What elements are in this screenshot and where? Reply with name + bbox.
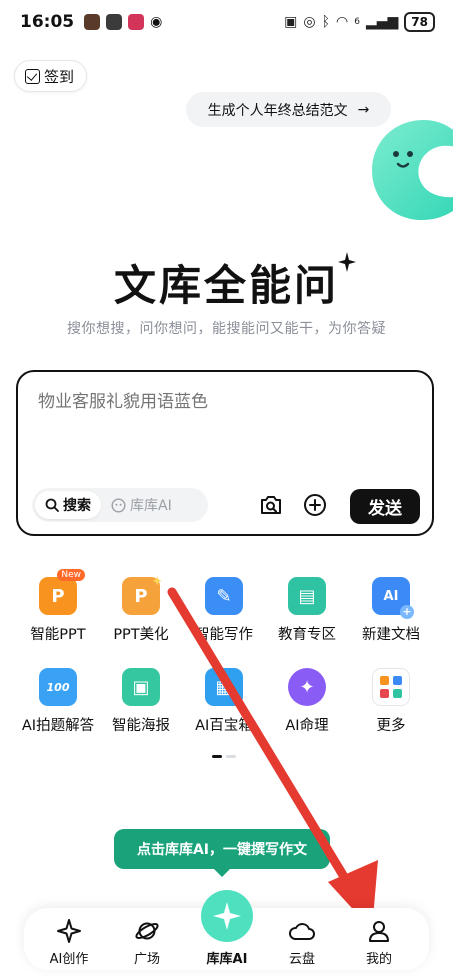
tool-new-doc[interactable]: AI + 新建文档 — [348, 577, 434, 644]
nav-mine[interactable]: 我的 — [344, 918, 414, 967]
robot-face-icon — [111, 497, 126, 513]
wifi-icon: ◠ — [336, 14, 349, 30]
mode-toggle: 搜索 库库AI — [32, 488, 208, 522]
poster-icon: ▣ — [122, 668, 160, 706]
query-input[interactable] — [38, 392, 408, 412]
hero-title: 文库全能问 — [113, 261, 339, 310]
checkin-label: 签到 — [44, 67, 75, 86]
kuku-ai-tooltip: 点击库库AI，一键撰写作文 — [114, 829, 330, 877]
nav-cloud-drive[interactable]: 云盘 — [267, 918, 337, 967]
alarm-icon: ◎ — [303, 14, 316, 30]
tool-label: AI百宝箱 — [195, 718, 253, 734]
camera-search-icon — [261, 496, 281, 514]
tool-label: AI拍题解答 — [21, 718, 95, 734]
notification-app-icon — [128, 14, 145, 30]
status-right: ▣ ◎ ᛒ ◠ 6 ▂▄▆ 78 — [284, 12, 435, 32]
kuku-ai-icon[interactable] — [199, 888, 255, 944]
cloud-icon — [267, 918, 337, 944]
checkin-button[interactable]: 签到 — [14, 60, 88, 92]
nfc-icon: ▣ — [284, 14, 298, 30]
planet-icon — [112, 918, 182, 944]
tool-smart-poster[interactable]: ▣ 智能海报 — [98, 668, 184, 735]
tool-label: 新建文档 — [362, 627, 420, 643]
suggestion-chip[interactable]: 生成个人年终总结范文 → — [186, 92, 391, 127]
query-card: 搜索 库库AI 发送 — [16, 370, 434, 536]
eye-icon: ◉ — [150, 14, 163, 30]
new-doc-icon: AI + — [372, 577, 414, 619]
tool-label: PPT美化 — [113, 627, 169, 643]
toolbox-icon: ▦ — [205, 668, 243, 706]
sparkle-icon — [34, 918, 104, 944]
camera-solve-icon: 100 — [39, 668, 77, 706]
status-bar: 16:05 ◉ ▣ ◎ ᛒ ◠ 6 ▂▄▆ 78 — [0, 0, 453, 44]
checkbox-icon — [25, 68, 40, 84]
network-type: 6 — [354, 17, 360, 27]
tool-label: 更多 — [376, 718, 406, 734]
notification-app-icon — [106, 14, 123, 30]
tool-smart-ppt[interactable]: P New 智能PPT — [15, 569, 101, 644]
nav-square[interactable]: 广场 — [112, 918, 182, 967]
user-icon — [344, 918, 414, 944]
more-apps-icon — [372, 668, 410, 706]
mode-kuku-ai-label: 库库AI — [130, 498, 172, 514]
tool-more[interactable]: 更多 — [348, 668, 434, 735]
plus-circle-icon — [304, 494, 326, 516]
tool-label: 智能写作 — [195, 627, 253, 643]
nav-label: 我的 — [365, 952, 392, 967]
book-icon: ▤ — [288, 577, 326, 615]
ppt-beautify-icon: P ✦ — [122, 574, 163, 615]
nav-label: 广场 — [133, 952, 160, 967]
hero-subtitle: 搜你想搜，问你想问，能搜能问又能干，为你答疑 — [67, 321, 386, 337]
status-notification-icons: ◉ — [84, 14, 162, 30]
page-dot — [226, 755, 236, 758]
tool-ppt-beautify[interactable]: P ✦ PPT美化 — [98, 574, 184, 644]
bottom-nav: AI创作 广场 库库AI 云盘 我的 — [24, 890, 429, 970]
tool-label: 教育专区 — [278, 627, 336, 643]
nav-ai-create[interactable]: AI创作 — [34, 918, 104, 967]
page-dot-active — [212, 755, 222, 758]
ppt-icon: P New — [39, 569, 85, 615]
suggestion-text: 生成个人年终总结范文 — [207, 102, 348, 119]
search-icon — [45, 498, 59, 512]
star-orb-icon: ✦ — [288, 668, 326, 706]
tool-ai-toolbox[interactable]: ▦ AI百宝箱 — [181, 668, 267, 735]
tool-label: 智能PPT — [30, 627, 86, 643]
mode-search-label: 搜索 — [63, 498, 91, 514]
bluetooth-icon: ᛒ — [321, 14, 331, 30]
sparkle-icon — [338, 252, 356, 272]
arrow-right-icon: → — [357, 101, 370, 118]
tool-label: 智能海报 — [112, 718, 170, 734]
new-badge: New — [57, 569, 85, 581]
send-button[interactable]: 发送 — [350, 489, 420, 524]
add-button[interactable] — [300, 490, 330, 520]
nav-kuku-ai-label[interactable]: 库库AI — [179, 948, 275, 967]
tool-ai-fortune[interactable]: ✦ AI命理 — [264, 668, 350, 735]
page-indicator — [212, 755, 236, 758]
tool-smart-writing[interactable]: ✎ 智能写作 — [181, 577, 267, 644]
mode-kuku-ai-button[interactable]: 库库AI — [101, 491, 182, 519]
camera-button[interactable] — [256, 490, 286, 520]
nav-label: AI创作 — [49, 952, 89, 967]
pen-icon: ✎ — [205, 577, 243, 615]
battery-indicator: 78 — [404, 12, 435, 32]
mascot-icon — [372, 120, 453, 220]
tool-education[interactable]: ▤ 教育专区 — [264, 577, 350, 644]
tool-ai-photo-solve[interactable]: 100 AI拍题解答 — [15, 668, 101, 735]
signal-icon: ▂▄▆ — [365, 14, 399, 30]
nav-label: 云盘 — [288, 952, 315, 967]
tool-label: AI命理 — [285, 718, 329, 734]
notification-app-icon — [84, 14, 101, 30]
mode-search-button[interactable]: 搜索 — [35, 491, 101, 519]
status-time: 16:05 — [20, 12, 75, 32]
